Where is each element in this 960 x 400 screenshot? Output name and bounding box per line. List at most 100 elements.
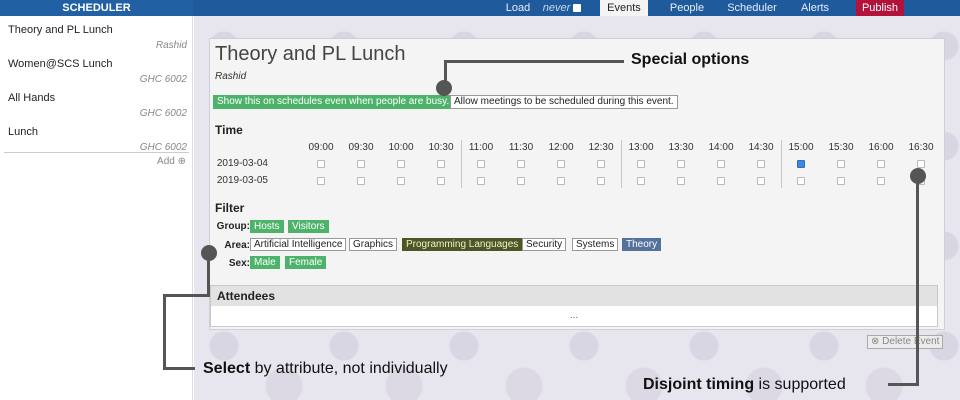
callout-line-select-h1 [163,294,210,297]
time-slot-checkbox[interactable] [797,160,805,168]
time-slot-checkbox[interactable] [397,177,405,185]
hour-group-divider [781,140,782,188]
area-tag-systems[interactable]: Systems [572,238,619,251]
delete-event-button[interactable]: ⊗ Delete Event [867,335,944,349]
callout-line-select-h2 [163,367,195,370]
sidebar-item-name: All Hands [8,92,56,104]
time-slot-checkbox[interactable] [757,160,765,168]
sex-tag-male[interactable]: Male [250,256,280,269]
attendees-more[interactable]: ... [211,310,937,321]
time-slot-header: 11:30 [508,142,534,153]
time-slot-checkbox[interactable] [557,177,565,185]
time-slot-header: 09:00 [308,142,334,153]
time-slot-header: 12:00 [548,142,574,153]
sidebar-item-name: Women@SCS Lunch [8,58,113,70]
add-event-button[interactable]: Add ⊕ [157,156,186,167]
time-slot-header: 16:30 [908,142,934,153]
nav-load[interactable]: Load [500,0,536,16]
nav-events[interactable]: Events [600,0,648,16]
time-slot-checkbox[interactable] [877,160,885,168]
sidebar-item-theory-pl-lunch[interactable]: Theory and PL Lunch Rashid [0,16,193,51]
time-slot-header: 10:00 [388,142,414,153]
time-slot-checkbox[interactable] [677,160,685,168]
time-slot-checkbox[interactable] [837,177,845,185]
time-slot-checkbox[interactable] [717,177,725,185]
callout-line-special [444,60,447,88]
nav-people[interactable]: People [663,0,711,16]
group-tag-hosts[interactable]: Hosts [250,220,284,233]
area-tag-programming-languages[interactable]: Programming Languages [402,238,523,251]
sex-label: Sex: [228,258,250,269]
publish-button[interactable]: Publish [856,0,904,16]
callout-disjoint-bold: Disjoint timing [643,376,755,393]
time-slot-checkbox[interactable] [797,177,805,185]
callout-line-special-h [444,60,624,63]
time-slot-checkbox[interactable] [517,177,525,185]
nav-alerts[interactable]: Alerts [795,0,835,16]
area-tag-graphics[interactable]: Graphics [349,238,398,251]
time-slot-checkbox[interactable] [637,177,645,185]
sidebar-item-all-hands[interactable]: All Hands GHC 6002 [0,84,193,119]
attendees-box: Attendees ... [210,285,938,327]
time-slot-checkbox[interactable] [477,177,485,185]
time-slot-checkbox[interactable] [357,177,365,185]
sidebar-item-women-scs-lunch[interactable]: Women@SCS Lunch GHC 6002 [0,50,193,85]
time-slot-checkbox[interactable] [877,177,885,185]
callout-select: Select by attribute, not individually [203,360,448,378]
time-slot-checkbox[interactable] [597,160,605,168]
callout-select-bold: Select [203,360,251,377]
time-slot-checkbox[interactable] [437,177,445,185]
allow-meetings-toggle[interactable]: Allow meetings to be scheduled during th… [450,95,678,109]
callout-line-disjoint-v [916,176,919,386]
callout-line-select-v1 [207,253,210,297]
event-owner: Rashid [215,71,247,82]
nav-never[interactable]: never [537,0,587,16]
callout-disjoint: Disjoint timing is supported [643,376,846,394]
time-slot-header: 12:30 [588,142,614,153]
time-slot-checkbox[interactable] [837,160,845,168]
never-label: never [542,2,571,14]
area-tag-ai[interactable]: Artificial Intelligence [250,238,347,251]
time-slot-checkbox[interactable] [397,160,405,168]
time-slot-header: 15:00 [788,142,814,153]
time-slot-checkbox[interactable] [717,160,725,168]
time-slot-checkbox[interactable] [637,160,645,168]
time-slot-header: 11:00 [468,142,494,153]
time-slot-header: 13:30 [668,142,694,153]
event-title: Theory and PL Lunch [215,43,406,65]
time-slot-header: 16:00 [868,142,894,153]
time-slot-header: 10:30 [428,142,454,153]
sidebar-item-name: Lunch [8,126,38,138]
time-slot-header: 14:00 [708,142,734,153]
sex-tag-female[interactable]: Female [285,256,327,269]
callout-special-options: Special options [631,51,750,68]
sidebar-divider [4,152,189,153]
time-slot-checkbox[interactable] [517,160,525,168]
area-label: Area: [224,240,250,251]
group-tag-visitors[interactable]: Visitors [288,220,329,233]
callout-line-select-v2 [163,294,166,370]
show-when-busy-toggle[interactable]: Show this on schedules even when people … [213,95,454,109]
date-label: 2019-03-05 [216,175,268,186]
nav-scheduler[interactable]: Scheduler [721,0,783,16]
group-label: Group: [216,221,250,232]
app-brand: SCHEDULER [0,0,193,16]
time-slot-header: 14:30 [748,142,774,153]
save-icon [573,4,582,12]
area-tag-theory[interactable]: Theory [622,238,662,251]
sidebar-item-lunch[interactable]: Lunch GHC 6002 [0,118,193,153]
time-slot-checkbox[interactable] [757,177,765,185]
time-slot-checkbox[interactable] [317,160,325,168]
time-slot-checkbox[interactable] [677,177,685,185]
time-slot-checkbox[interactable] [437,160,445,168]
area-tag-security[interactable]: Security [522,238,567,251]
time-slot-checkbox[interactable] [477,160,485,168]
time-slot-header: 13:00 [628,142,654,153]
time-slot-checkbox[interactable] [597,177,605,185]
time-slot-header: 09:30 [348,142,374,153]
time-slot-checkbox[interactable] [317,177,325,185]
time-slot-checkbox[interactable] [357,160,365,168]
sidebar-item-name: Theory and PL Lunch [8,24,113,36]
time-slot-checkbox[interactable] [557,160,565,168]
time-slot-checkbox[interactable] [917,160,925,168]
